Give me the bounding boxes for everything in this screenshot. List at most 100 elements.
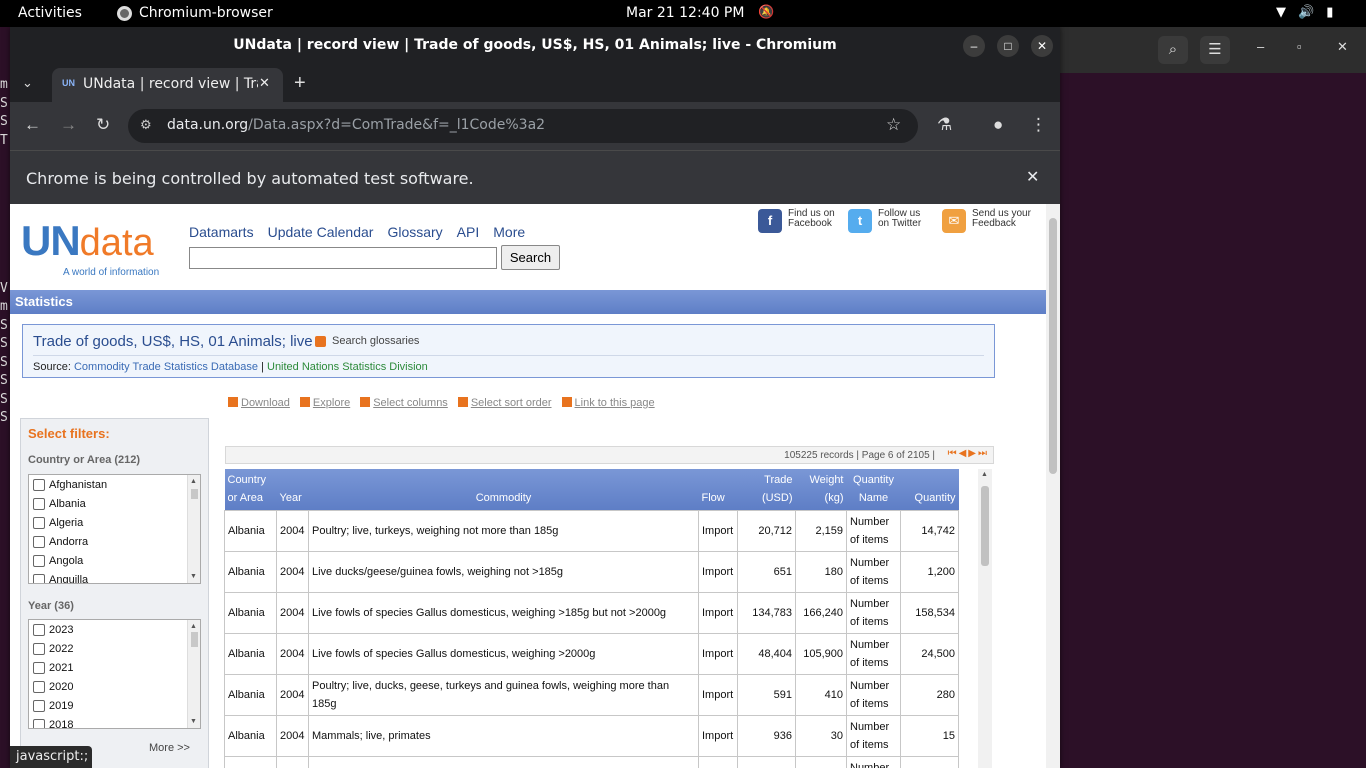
new-tab-icon[interactable]: + (294, 72, 306, 95)
country-option-label: Andorra (49, 535, 89, 548)
nav-update-calendar[interactable]: Update Calendar (268, 224, 374, 240)
checkbox[interactable] (33, 535, 45, 548)
maximize-icon[interactable]: ▫ (1297, 39, 1302, 54)
checkbox[interactable] (33, 661, 45, 674)
action-link-to-this-page[interactable]: Link to this page (561, 397, 655, 409)
minimize-icon[interactable]: – (1257, 39, 1264, 54)
nav-more[interactable]: More (493, 224, 525, 240)
maximize-icon[interactable]: □ (997, 35, 1019, 57)
last-page-icon[interactable]: ⏭ (978, 448, 989, 459)
next-page-icon[interactable]: ▶ (968, 448, 978, 459)
social-feedback[interactable]: ✉ Send us your Feedback (942, 209, 1031, 233)
nav-datamarts[interactable]: Datamarts (189, 224, 254, 240)
column-header[interactable]: Commodity (308, 469, 699, 511)
checkbox[interactable] (33, 516, 45, 529)
column-header[interactable]: Country or Area (224, 469, 277, 511)
table-cell: Live ducks/geese/guinea fowls, weighing … (308, 551, 699, 593)
year-option[interactable]: 2020 (29, 677, 200, 696)
column-header[interactable]: Trade (USD) (737, 469, 796, 511)
column-header[interactable]: Quantity Name (846, 469, 901, 511)
terminal-char (0, 243, 10, 262)
checkbox[interactable] (33, 573, 45, 583)
year-option[interactable]: 2021 (29, 658, 200, 677)
close-tab-icon[interactable]: ✕ (259, 75, 270, 91)
checkbox[interactable] (33, 623, 45, 636)
terminal-char: S (0, 373, 8, 388)
country-option[interactable]: Andorra (29, 532, 200, 551)
minimize-icon[interactable]: – (963, 35, 985, 57)
back-icon[interactable]: ← (24, 115, 41, 135)
search-button[interactable]: Search (501, 245, 560, 270)
hamburger-menu-icon[interactable]: ☰ (1200, 36, 1230, 64)
nav-api[interactable]: API (457, 224, 480, 240)
column-header[interactable]: Year (276, 469, 309, 511)
checkbox[interactable] (33, 642, 45, 655)
country-option[interactable]: Angola (29, 551, 200, 570)
action-download[interactable]: Download (228, 397, 290, 409)
reload-icon[interactable]: ↻ (96, 115, 110, 135)
page-scrollbar[interactable] (1046, 204, 1060, 768)
system-tray[interactable]: ▼ 🔊 ▮ (1276, 5, 1333, 20)
tab-search-icon[interactable]: ⌄ (22, 75, 33, 91)
more-menu-icon[interactable]: ⋮ (1030, 115, 1047, 135)
checkbox[interactable] (33, 554, 45, 567)
clock[interactable]: Mar 21 12:40 PM (626, 5, 744, 21)
search-icon[interactable]: ⌕ (1158, 36, 1188, 64)
social-facebook[interactable]: f Find us on Facebook (758, 209, 835, 233)
url-text[interactable]: data.un.org/Data.aspx?d=ComTrade&f=_l1Co… (167, 117, 545, 133)
action-select-sort-order[interactable]: Select sort order (457, 397, 552, 409)
social-twitter[interactable]: t Follow us on Twitter (848, 209, 921, 233)
checkbox[interactable] (33, 680, 45, 693)
bookmark-star-icon[interactable]: ☆ (886, 115, 901, 135)
year-list-scrollbar[interactable]: ▲ ▼ (187, 620, 200, 728)
source-org-link[interactable]: United Nations Statistics Division (267, 361, 428, 373)
filters-panel: Select filters: Country or Area (212) Af… (20, 418, 209, 768)
terminal-char: V (0, 280, 8, 296)
close-icon[interactable]: ✕ (1031, 35, 1053, 57)
checkbox[interactable] (33, 497, 45, 510)
column-header[interactable]: Quantity (900, 469, 959, 511)
action-icon (457, 397, 468, 407)
site-info-icon[interactable]: ⚙ (140, 117, 152, 133)
more-filters-link[interactable]: More >> (149, 742, 190, 754)
close-icon[interactable]: ✕ (1337, 39, 1348, 55)
forward-icon[interactable]: → (60, 115, 77, 135)
year-option[interactable]: 2019 (29, 696, 200, 715)
address-bar[interactable]: ⚙ data.un.org/Data.aspx?d=ComTrade&f=_l1… (128, 109, 918, 143)
experiments-flask-icon[interactable]: ⚗ (937, 115, 952, 135)
app-menu[interactable]: Chromium-browser (117, 5, 273, 21)
profile-icon[interactable]: ● (993, 115, 1003, 135)
checkbox[interactable] (33, 699, 45, 712)
column-header[interactable]: Weight (kg) (795, 469, 847, 511)
tab-undata[interactable]: UN UNdata | record view | Trade of goods… (52, 68, 283, 102)
country-list-scrollbar[interactable]: ▲ ▼ (187, 475, 200, 583)
search-glossaries-link[interactable]: Search glossaries (315, 335, 419, 347)
action-select-columns[interactable]: Select columns (360, 397, 448, 409)
first-page-icon[interactable]: ⏮ (948, 448, 959, 459)
activities-button[interactable]: Activities (18, 5, 82, 21)
table-cell: Number of items (846, 551, 901, 593)
undata-logo[interactable]: UNdata A world of information (21, 217, 159, 278)
column-header[interactable]: Flow (698, 469, 738, 511)
year-option[interactable]: 2023 (29, 620, 200, 639)
country-option[interactable]: Algeria (29, 513, 200, 532)
prev-page-icon[interactable]: ◀ (959, 448, 969, 459)
country-option[interactable]: Anguilla (29, 570, 200, 583)
table-scrollbar[interactable]: ▲ (978, 469, 992, 768)
facebook-icon: f (758, 209, 782, 233)
country-filter-list[interactable]: Afghanistan Albania Algeria Andorra Angola An… (28, 474, 201, 584)
close-infobar-icon[interactable]: ✕ (1026, 167, 1039, 187)
country-option[interactable]: Albania (29, 494, 200, 513)
year-option[interactable]: 2018 (29, 715, 200, 728)
source-database-link[interactable]: Commodity Trade Statistics Database (74, 361, 258, 373)
table-cell: 105,900 (795, 633, 847, 675)
site-search-input[interactable] (189, 247, 497, 269)
table-cell: 280 (900, 674, 959, 716)
country-option[interactable]: Afghanistan (29, 475, 200, 494)
nav-glossary[interactable]: Glossary (387, 224, 442, 240)
checkbox[interactable] (33, 478, 45, 491)
action-explore[interactable]: Explore (299, 397, 350, 409)
year-filter-list[interactable]: 2023 2022 2021 2020 2019 2018 ▲ ▼ (28, 619, 201, 729)
checkbox[interactable] (33, 718, 45, 728)
year-option[interactable]: 2022 (29, 639, 200, 658)
